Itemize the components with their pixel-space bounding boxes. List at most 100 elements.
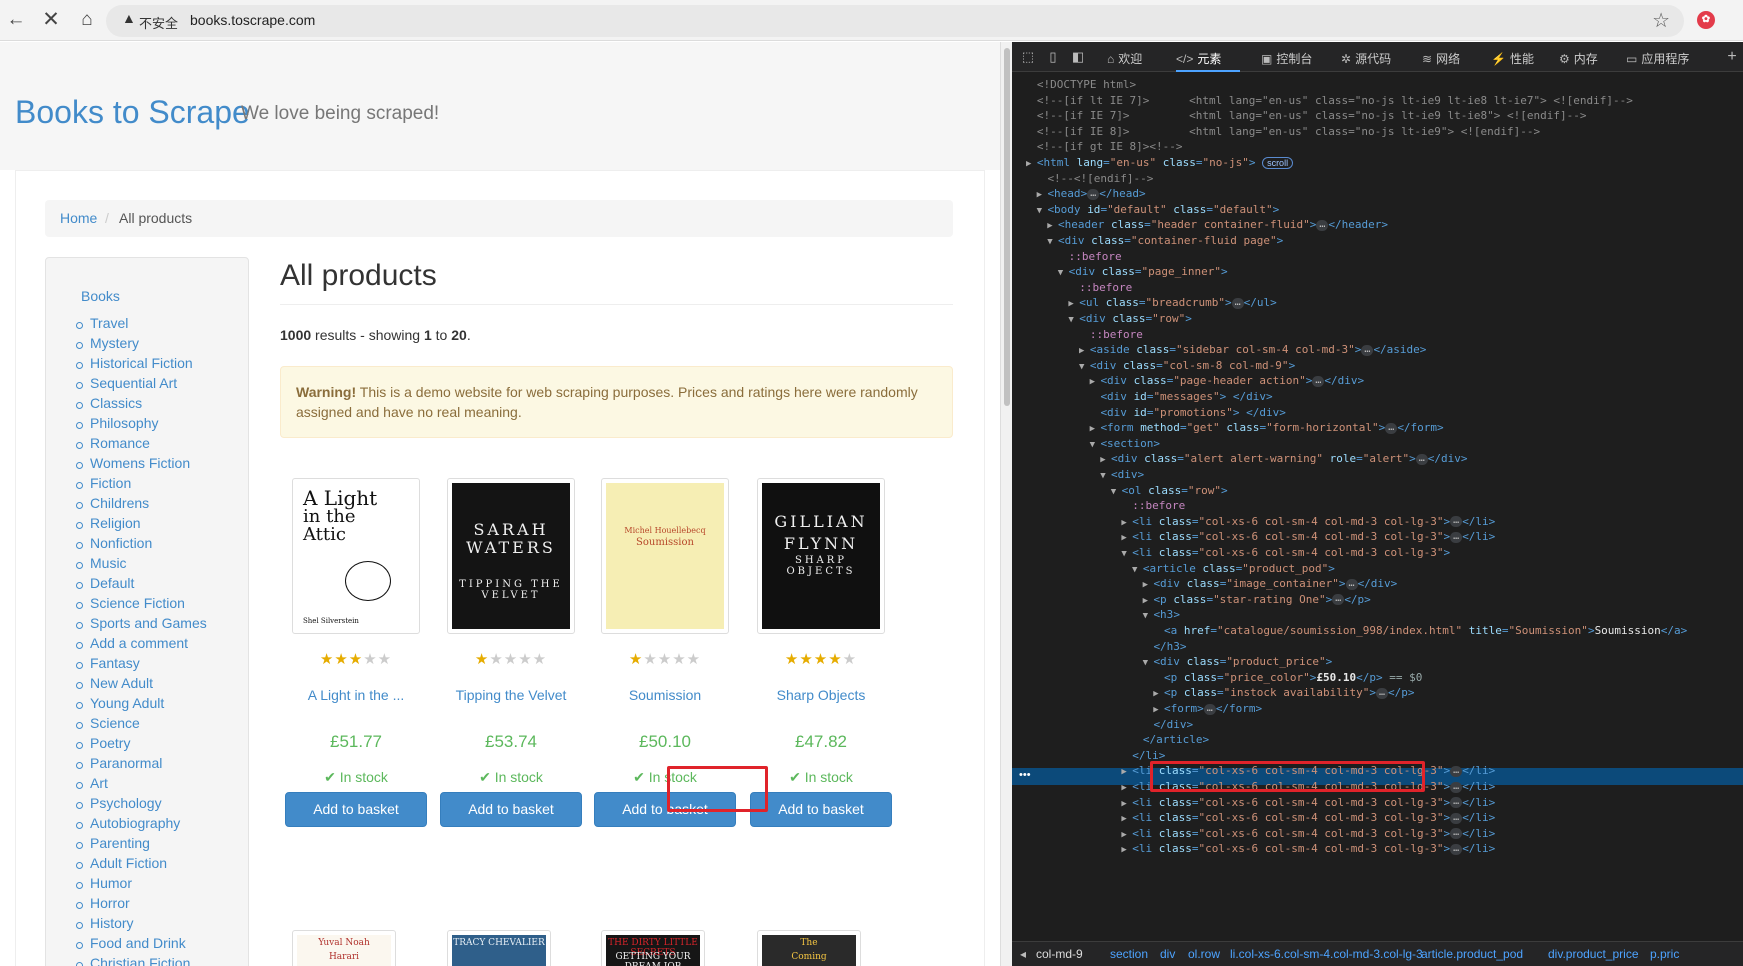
dom-node[interactable]: ▼ <h3> <box>1012 606 1180 623</box>
sidebar-category-link[interactable]: Historical Fiction <box>76 355 207 375</box>
expanded-triangle-icon[interactable]: ▼ <box>1121 549 1132 559</box>
breadcrumb-home-link[interactable]: Home <box>60 210 97 226</box>
sidebar-books-link[interactable]: Books <box>81 288 120 304</box>
address-bar[interactable]: ▲ 不安全 books.toscrape.com ☆ <box>106 5 1684 37</box>
add-to-basket-button[interactable]: Add to basket <box>440 792 582 827</box>
sidebar-category-link[interactable]: Music <box>76 555 207 575</box>
dom-node[interactable]: ▼ <div class="product_price"> <box>1012 653 1333 670</box>
sidebar-category-link[interactable]: Fantasy <box>76 655 207 675</box>
dom-node[interactable]: ▶ <form>… </form> <box>1012 700 1262 717</box>
devtools-tab[interactable]: ▣ 控制台 <box>1261 50 1312 67</box>
sidebar-category-link[interactable]: Horror <box>76 895 207 915</box>
page-scroll-thumb[interactable] <box>1004 48 1010 406</box>
devtools-breadcrumb-item[interactable]: p.pric <box>1650 947 1679 961</box>
devtools-tab[interactable]: ✲ 源代码 <box>1341 50 1391 67</box>
dom-node[interactable]: ▶ <div class="image_container">… </div> <box>1012 575 1398 592</box>
sidebar-category-link[interactable]: Christian Fiction <box>76 955 207 966</box>
url-text[interactable]: books.toscrape.com <box>190 12 315 28</box>
devtools-breadcrumb-item[interactable]: ol.row <box>1188 947 1220 961</box>
expanded-triangle-icon[interactable]: ▼ <box>1100 471 1111 481</box>
dom-node[interactable]: <!DOCTYPE html> <box>1012 76 1136 93</box>
sidebar-category-link[interactable]: Womens Fiction <box>76 455 207 475</box>
dom-node[interactable]: ::before <box>1012 497 1185 514</box>
sidebar-category-link[interactable]: Sports and Games <box>76 615 207 635</box>
sidebar-category-link[interactable]: Science Fiction <box>76 595 207 615</box>
devtools-tab[interactable]: </> 元素 <box>1176 50 1221 67</box>
book-cover-image[interactable]: TheComingWoman <box>757 930 861 966</box>
collapsed-triangle-icon[interactable]: ▶ <box>1121 814 1132 824</box>
collapsed-triangle-icon[interactable]: ▶ <box>1121 799 1132 809</box>
collapsed-triangle-icon[interactable]: ▶ <box>1121 533 1132 543</box>
book-cover-image[interactable]: TRACY CHEVALIER <box>447 930 551 966</box>
collapsed-triangle-icon[interactable]: ▶ <box>1079 346 1090 356</box>
sidebar-category-link[interactable]: Travel <box>76 315 207 335</box>
devtools-tab[interactable]: ⌂ 欢迎 <box>1107 50 1142 67</box>
collapsed-triangle-icon[interactable]: ▶ <box>1037 190 1048 200</box>
device-toolbar-icon[interactable]: ▯ <box>1045 49 1061 65</box>
devtools-tab[interactable]: ⚙ 内存 <box>1559 50 1598 67</box>
devtools-breadcrumb-item[interactable]: div <box>1160 947 1175 961</box>
collapsed-triangle-icon[interactable]: ▶ <box>1153 705 1164 715</box>
sidebar-category-link[interactable]: Sequential Art <box>76 375 207 395</box>
sidebar-category-link[interactable]: Psychology <box>76 795 207 815</box>
sidebar-category-link[interactable]: Mystery <box>76 335 207 355</box>
book-cover-image[interactable]: Yuval NoahHarariSapiens <box>292 930 396 966</box>
devtools-tab[interactable]: ▭ 应用程序 <box>1626 50 1689 67</box>
book-cover-image[interactable]: GILLIAN FLYNN SHARP OBJECTS <box>757 478 885 634</box>
dom-node[interactable]: </li> <box>1012 747 1165 764</box>
add-to-basket-button[interactable]: Add to basket <box>750 792 892 827</box>
add-tab-icon[interactable]: + <box>1724 49 1740 65</box>
sidebar-category-link[interactable]: Food and Drink <box>76 935 207 955</box>
dom-node[interactable]: <!--[if IE 8]> <html lang="en-us" class=… <box>1012 123 1540 140</box>
dom-node[interactable]: ▶ <li class="col-xs-6 col-sm-4 col-md-3 … <box>1012 809 1495 826</box>
sidebar-category-link[interactable]: Art <box>76 775 207 795</box>
book-cover-image[interactable]: THE DIRTY LITTLE SECRETSGETTING YOUR DRE… <box>601 930 705 966</box>
back-arrow-icon[interactable]: ← <box>3 7 29 33</box>
dom-node[interactable]: ▶ <li class="col-xs-6 col-sm-4 col-md-3 … <box>1012 825 1495 842</box>
sidebar-category-link[interactable]: Parenting <box>76 835 207 855</box>
add-to-basket-button[interactable]: Add to basket <box>285 792 427 827</box>
devtools-tab[interactable]: ≋ 网络 <box>1422 50 1460 67</box>
expanded-triangle-icon[interactable]: ▼ <box>1111 487 1122 497</box>
collapsed-triangle-icon[interactable]: ▶ <box>1153 689 1164 699</box>
book-title-link[interactable]: Tipping the Velvet <box>425 687 597 703</box>
expanded-triangle-icon[interactable]: ▼ <box>1068 315 1079 325</box>
sidebar-category-link[interactable]: Adult Fiction <box>76 855 207 875</box>
expanded-triangle-icon[interactable]: ▼ <box>1143 658 1154 668</box>
sidebar-category-link[interactable]: Autobiography <box>76 815 207 835</box>
dom-tree[interactable]: ••• <!DOCTYPE html> <!--[if lt IE 7]> <h… <box>1012 76 1743 932</box>
book-cover-image[interactable]: Michel Houellebecq Soumission <box>601 478 729 634</box>
dom-node[interactable]: ▶ <header class="header container-fluid"… <box>1012 216 1388 233</box>
sidebar-category-link[interactable]: Philosophy <box>76 415 207 435</box>
page-scrollbar[interactable] <box>1000 42 1012 966</box>
collapsed-triangle-icon[interactable]: ▶ <box>1047 221 1058 231</box>
collapsed-triangle-icon[interactable]: ▶ <box>1143 580 1154 590</box>
sidebar-category-link[interactable]: Childrens <box>76 495 207 515</box>
dom-node[interactable]: ▼ <div class="page_inner"> <box>1012 263 1228 280</box>
bookmark-star-icon[interactable]: ☆ <box>1652 8 1670 33</box>
sidebar-category-link[interactable]: Romance <box>76 435 207 455</box>
sidebar-category-link[interactable]: Poetry <box>76 735 207 755</box>
inspect-element-icon[interactable]: ⬚ <box>1020 49 1036 65</box>
collapsed-triangle-icon[interactable]: ▶ <box>1090 377 1101 387</box>
collapsed-triangle-icon[interactable] <box>1153 627 1164 637</box>
book-title-link[interactable]: A Light in the ... <box>270 687 442 703</box>
dom-node[interactable]: ▼ <div class="row"> <box>1012 310 1191 327</box>
dom-node[interactable]: ▶ <html lang="en-us" class="no-js"> scro… <box>1012 154 1294 171</box>
sidebar-category-link[interactable]: Classics <box>76 395 207 415</box>
dom-node[interactable]: ▶ <p class="instock availability">… </p> <box>1012 684 1414 701</box>
dom-node[interactable]: ▼ <ol class="row"> <box>1012 482 1228 499</box>
sidebar-category-link[interactable]: Science <box>76 715 207 735</box>
dom-node[interactable]: </article> <box>1012 731 1209 748</box>
dom-node[interactable]: ▶ <div class="page-header action">… </div… <box>1012 372 1365 389</box>
dom-node[interactable]: ▶ <div class="alert alert-warning" role=… <box>1012 450 1467 467</box>
profile-avatar-icon[interactable]: ✿ <box>1697 11 1715 29</box>
dom-node[interactable]: <!--[if IE 7]> <html lang="en-us" class=… <box>1012 107 1587 124</box>
devtools-breadcrumb-item[interactable]: section <box>1110 947 1148 961</box>
expanded-triangle-icon[interactable]: ▼ <box>1058 268 1069 278</box>
sidebar-category-link[interactable]: Default <box>76 575 207 595</box>
devtools-breadcrumb-item[interactable]: col-md-9 <box>1036 947 1083 961</box>
collapsed-triangle-icon[interactable]: ▶ <box>1068 299 1079 309</box>
book-title-link[interactable]: Soumission <box>579 687 751 703</box>
dom-node[interactable]: ▶ <li class="col-xs-6 col-sm-4 col-md-3 … <box>1012 840 1495 857</box>
